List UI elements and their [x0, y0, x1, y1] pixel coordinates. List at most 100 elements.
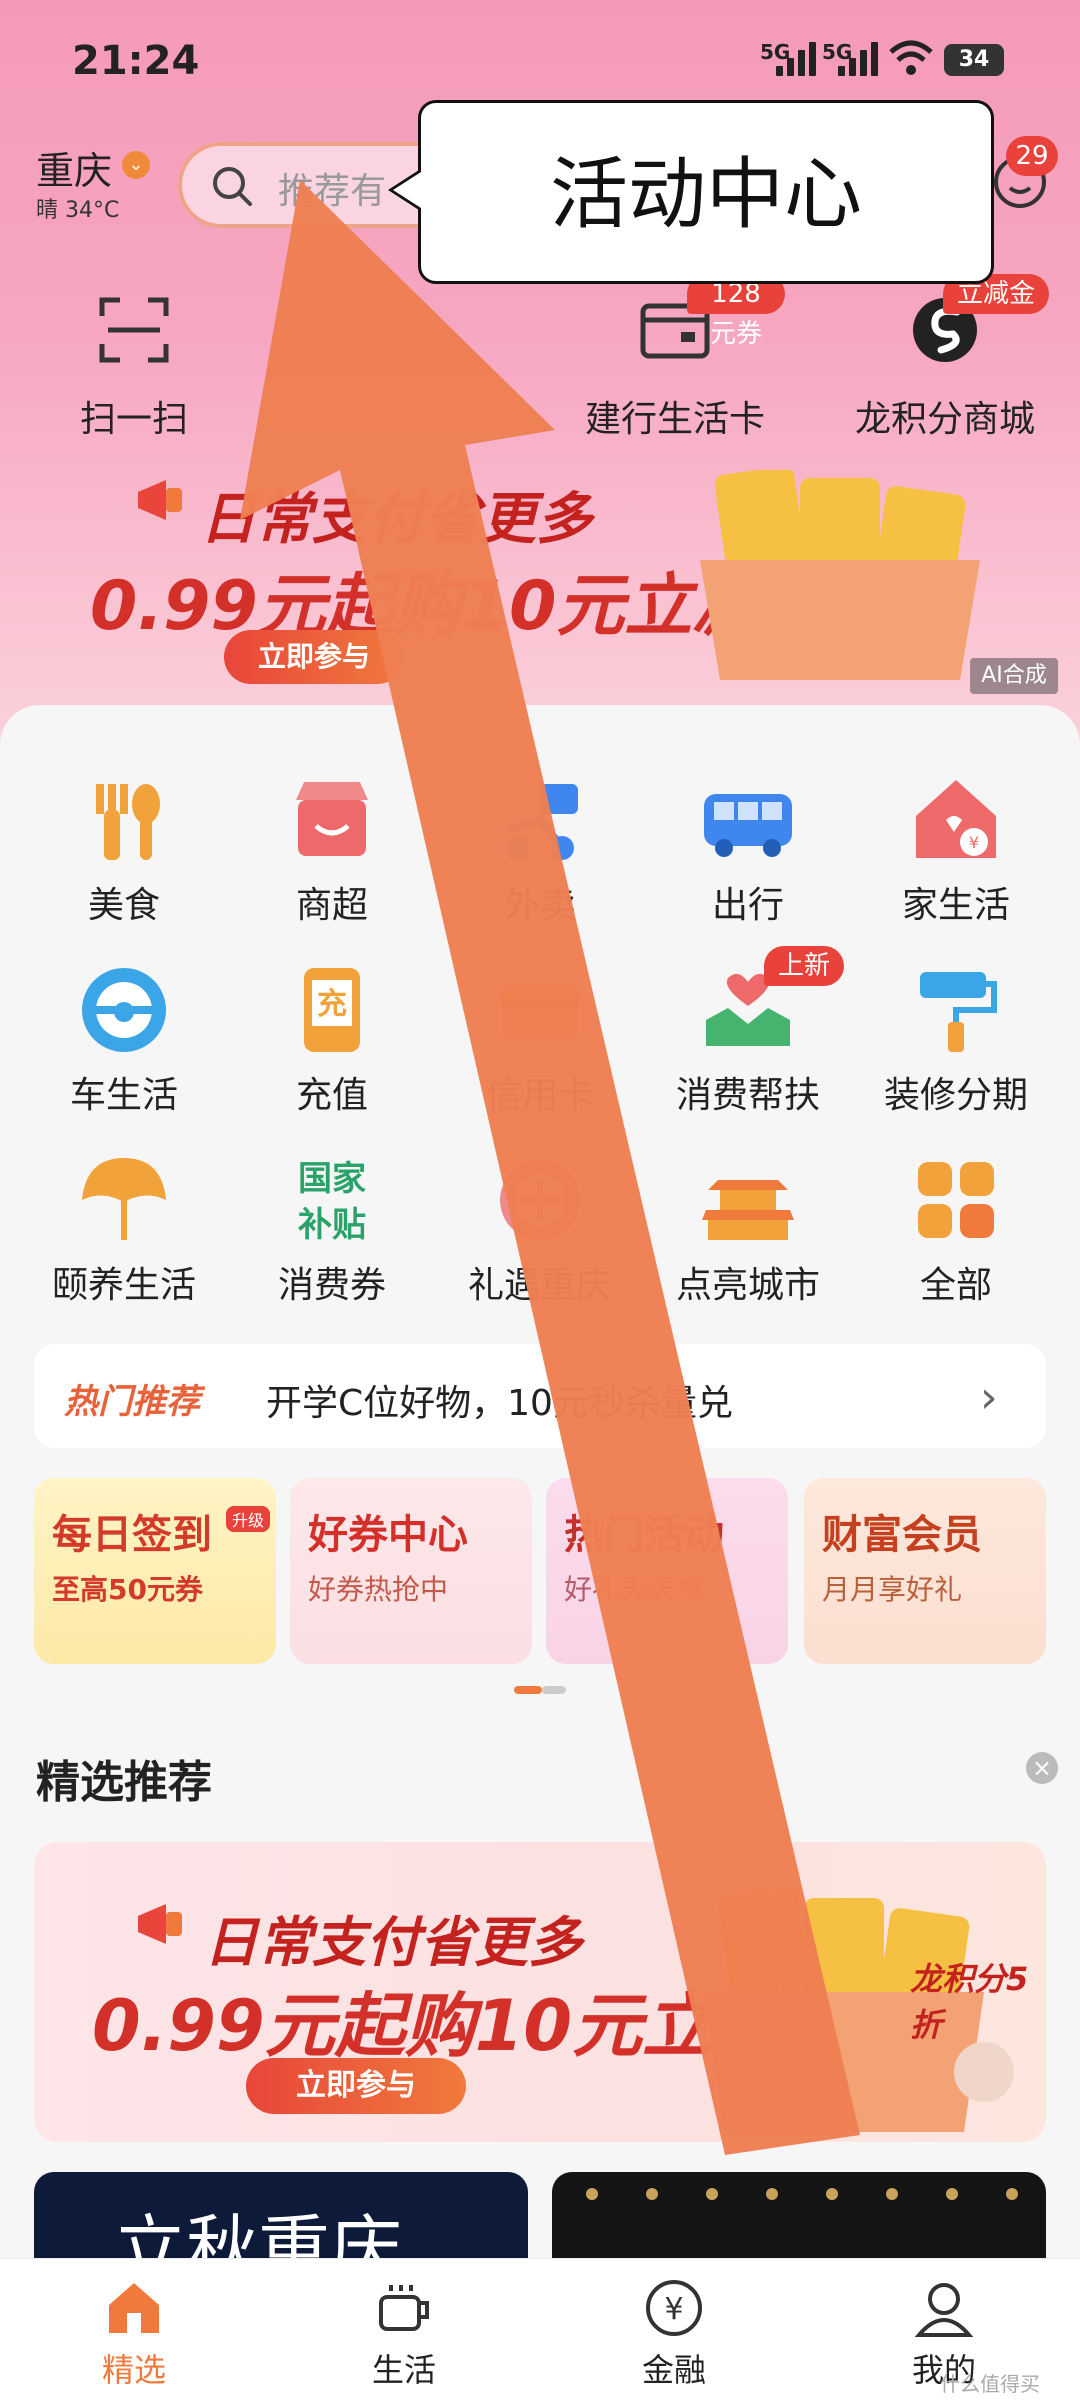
category-consumer-coupon[interactable]: 国家 补贴 消费券 [232, 1150, 432, 1320]
cup-icon [379, 2285, 429, 2331]
athletes-icon [586, 2188, 1018, 2200]
quick-action-points-mall[interactable]: 立减金 龙积分商城 [835, 274, 1055, 450]
tab-featured[interactable]: 精选 [54, 2277, 214, 2391]
user-icon [914, 2283, 974, 2337]
megaphone-icon [138, 480, 182, 520]
category-credit-card[interactable]: 信用卡 [440, 960, 640, 1130]
tab-life[interactable]: 生活 [324, 2277, 484, 2391]
megaphone-icon [138, 1904, 182, 1944]
banner-line-1: 日常支付省更多 [200, 487, 592, 552]
promo-card-title: 财富会员 [822, 1512, 982, 1558]
category-label: 信用卡 [485, 1075, 594, 1116]
category-label: 商超 [295, 885, 368, 926]
city-selector[interactable]: 重庆 [36, 140, 112, 195]
promo-card-title: 好券中心 [308, 1512, 468, 1558]
tab-label: 金融 [641, 2351, 706, 2389]
bus-icon [704, 794, 792, 857]
home-icon: ¥ [916, 780, 996, 858]
status-bar: 21:24 5G 5G 34 [0, 28, 1080, 98]
join-now-button[interactable]: 立即参与 [224, 630, 404, 684]
category-label: 点亮城市 [675, 1265, 820, 1306]
tab-label: 精选 [101, 2351, 166, 2389]
category-delivery[interactable]: 外卖 [440, 770, 640, 940]
category-label: 颐养生活 [51, 1265, 196, 1306]
hot-recommend-text: 开学C位好物，10元秒杀量兑 [266, 1383, 733, 1424]
category-label: 出行 [711, 885, 784, 926]
signal-bars-2-icon [838, 40, 886, 76]
category-supermarket[interactable]: 商超 [232, 770, 432, 940]
category-travel[interactable]: 出行 [648, 770, 848, 940]
quick-action-label: 建行生活卡 [584, 399, 765, 440]
promo-card-coupon-center[interactable]: 好券中心 好券热抢中 [290, 1478, 532, 1664]
credit-card-icon [502, 984, 578, 1036]
coupon-pot-icon [700, 470, 980, 680]
category-renovation-installment[interactable]: 装修分期 [856, 960, 1056, 1130]
bottom-tiles: 立秋重庆 [34, 2172, 1046, 2262]
promo-card-subtitle: 好券热抢中 [308, 1573, 449, 1606]
city-gate-icon [702, 1180, 794, 1240]
home-tab-icon [109, 2283, 159, 2333]
delivery-icon [504, 784, 578, 860]
tile-sports[interactable] [552, 2172, 1046, 2262]
supermarket-icon [296, 782, 368, 856]
food-icon [96, 784, 160, 860]
callout-box: 活动中心 [418, 100, 994, 284]
promo-card-wealth-member[interactable]: 财富会员 月月享好礼 [804, 1478, 1046, 1664]
promo-card-subtitle: 至高50元券 [52, 1573, 203, 1606]
promo-card-hot-activities[interactable]: 热门活动 好礼天天享 [546, 1478, 788, 1664]
category-label: 装修分期 [883, 1075, 1028, 1116]
wifi-icon [889, 40, 933, 75]
tile-title: 立秋重庆 [114, 2207, 403, 2262]
chevron-right-icon: › [980, 1372, 998, 1423]
scan-icon [99, 297, 169, 363]
tile-autumn-chongqing[interactable]: 立秋重庆 [34, 2172, 528, 2262]
join-now-button[interactable]: 立即参与 [246, 2058, 466, 2114]
all-apps-icon [918, 1162, 994, 1238]
new-badge: 上新 [764, 946, 845, 986]
quick-action-card[interactable]: 128元券 建行生活卡 [565, 274, 785, 450]
category-label: 车生活 [69, 1075, 178, 1116]
callout-tail-fill [393, 172, 421, 208]
gift-icon [500, 1160, 580, 1240]
promo-card-subtitle: 月月享好礼 [822, 1573, 963, 1606]
search-placeholder: 推荐有 [278, 171, 387, 212]
points-discount-tag: 龙积分5折 [910, 1960, 1029, 2044]
category-home-life[interactable]: ¥ 家生活 [856, 770, 1056, 940]
quick-action-scan[interactable]: 扫一扫 [24, 290, 244, 450]
promo-card-title: 热门活动 [564, 1512, 724, 1558]
recharge-icon: 充 [304, 968, 360, 1052]
category-food[interactable]: 美食 [24, 770, 224, 940]
ai-generated-tag: AI合成 [970, 658, 1058, 694]
section-title: 精选推荐 [36, 1757, 212, 1808]
category-light-city[interactable]: 点亮城市 [648, 1150, 848, 1320]
hot-recommend-bar[interactable]: 热门推荐 开学C位好物，10元秒杀量兑 › [34, 1344, 1046, 1448]
top-promo-banner[interactable]: 日常支付省更多 0.99元起购10元立减金 立即参与 [70, 440, 1070, 700]
status-time: 21:24 [72, 38, 200, 84]
category-consumer-assist[interactable]: 上新 消费帮扶 [648, 946, 848, 1130]
category-recharge[interactable]: 充 充值 [232, 960, 432, 1130]
category-elderly-life[interactable]: 颐养生活 [24, 1150, 224, 1320]
category-car-life[interactable]: 车生活 [24, 960, 224, 1130]
category-label: 消费券 [277, 1265, 386, 1306]
yuan-icon: ¥ [646, 2280, 702, 2336]
message-count-badge: 29 [1006, 136, 1058, 176]
close-icon[interactable]: × [1026, 1752, 1058, 1784]
tab-label: 生活 [371, 2351, 436, 2389]
weather-label: 晴 34°C [36, 198, 120, 223]
promo-card-title: 每日签到 [52, 1512, 212, 1558]
chevron-down-icon[interactable]: ⌄ [122, 151, 150, 179]
carousel-indicator [514, 1686, 566, 1694]
upgrade-badge: 升级 [226, 1506, 271, 1532]
category-label: 外卖 [503, 885, 576, 926]
category-gifts-chongqing[interactable]: 礼遇重庆 [440, 1150, 640, 1320]
feature-banner[interactable]: 日常支付省更多 0.99元起购10元立减金 立即参与 龙积分5折 [34, 1842, 1046, 2142]
hot-recommend-tag: 热门推荐 [64, 1382, 200, 1422]
promo-card-subtitle: 好礼天天享 [564, 1573, 705, 1606]
tab-finance[interactable]: ¥ 金融 [594, 2277, 754, 2391]
category-label: 礼遇重庆 [467, 1265, 612, 1306]
quick-action-label: 扫一扫 [79, 399, 188, 440]
promo-card-checkin[interactable]: 每日签到 升级 至高50元券 [34, 1478, 276, 1664]
category-all[interactable]: 全部 [856, 1150, 1056, 1320]
category-label: 美食 [87, 885, 160, 926]
callout-label: 活动中心 [549, 150, 862, 240]
